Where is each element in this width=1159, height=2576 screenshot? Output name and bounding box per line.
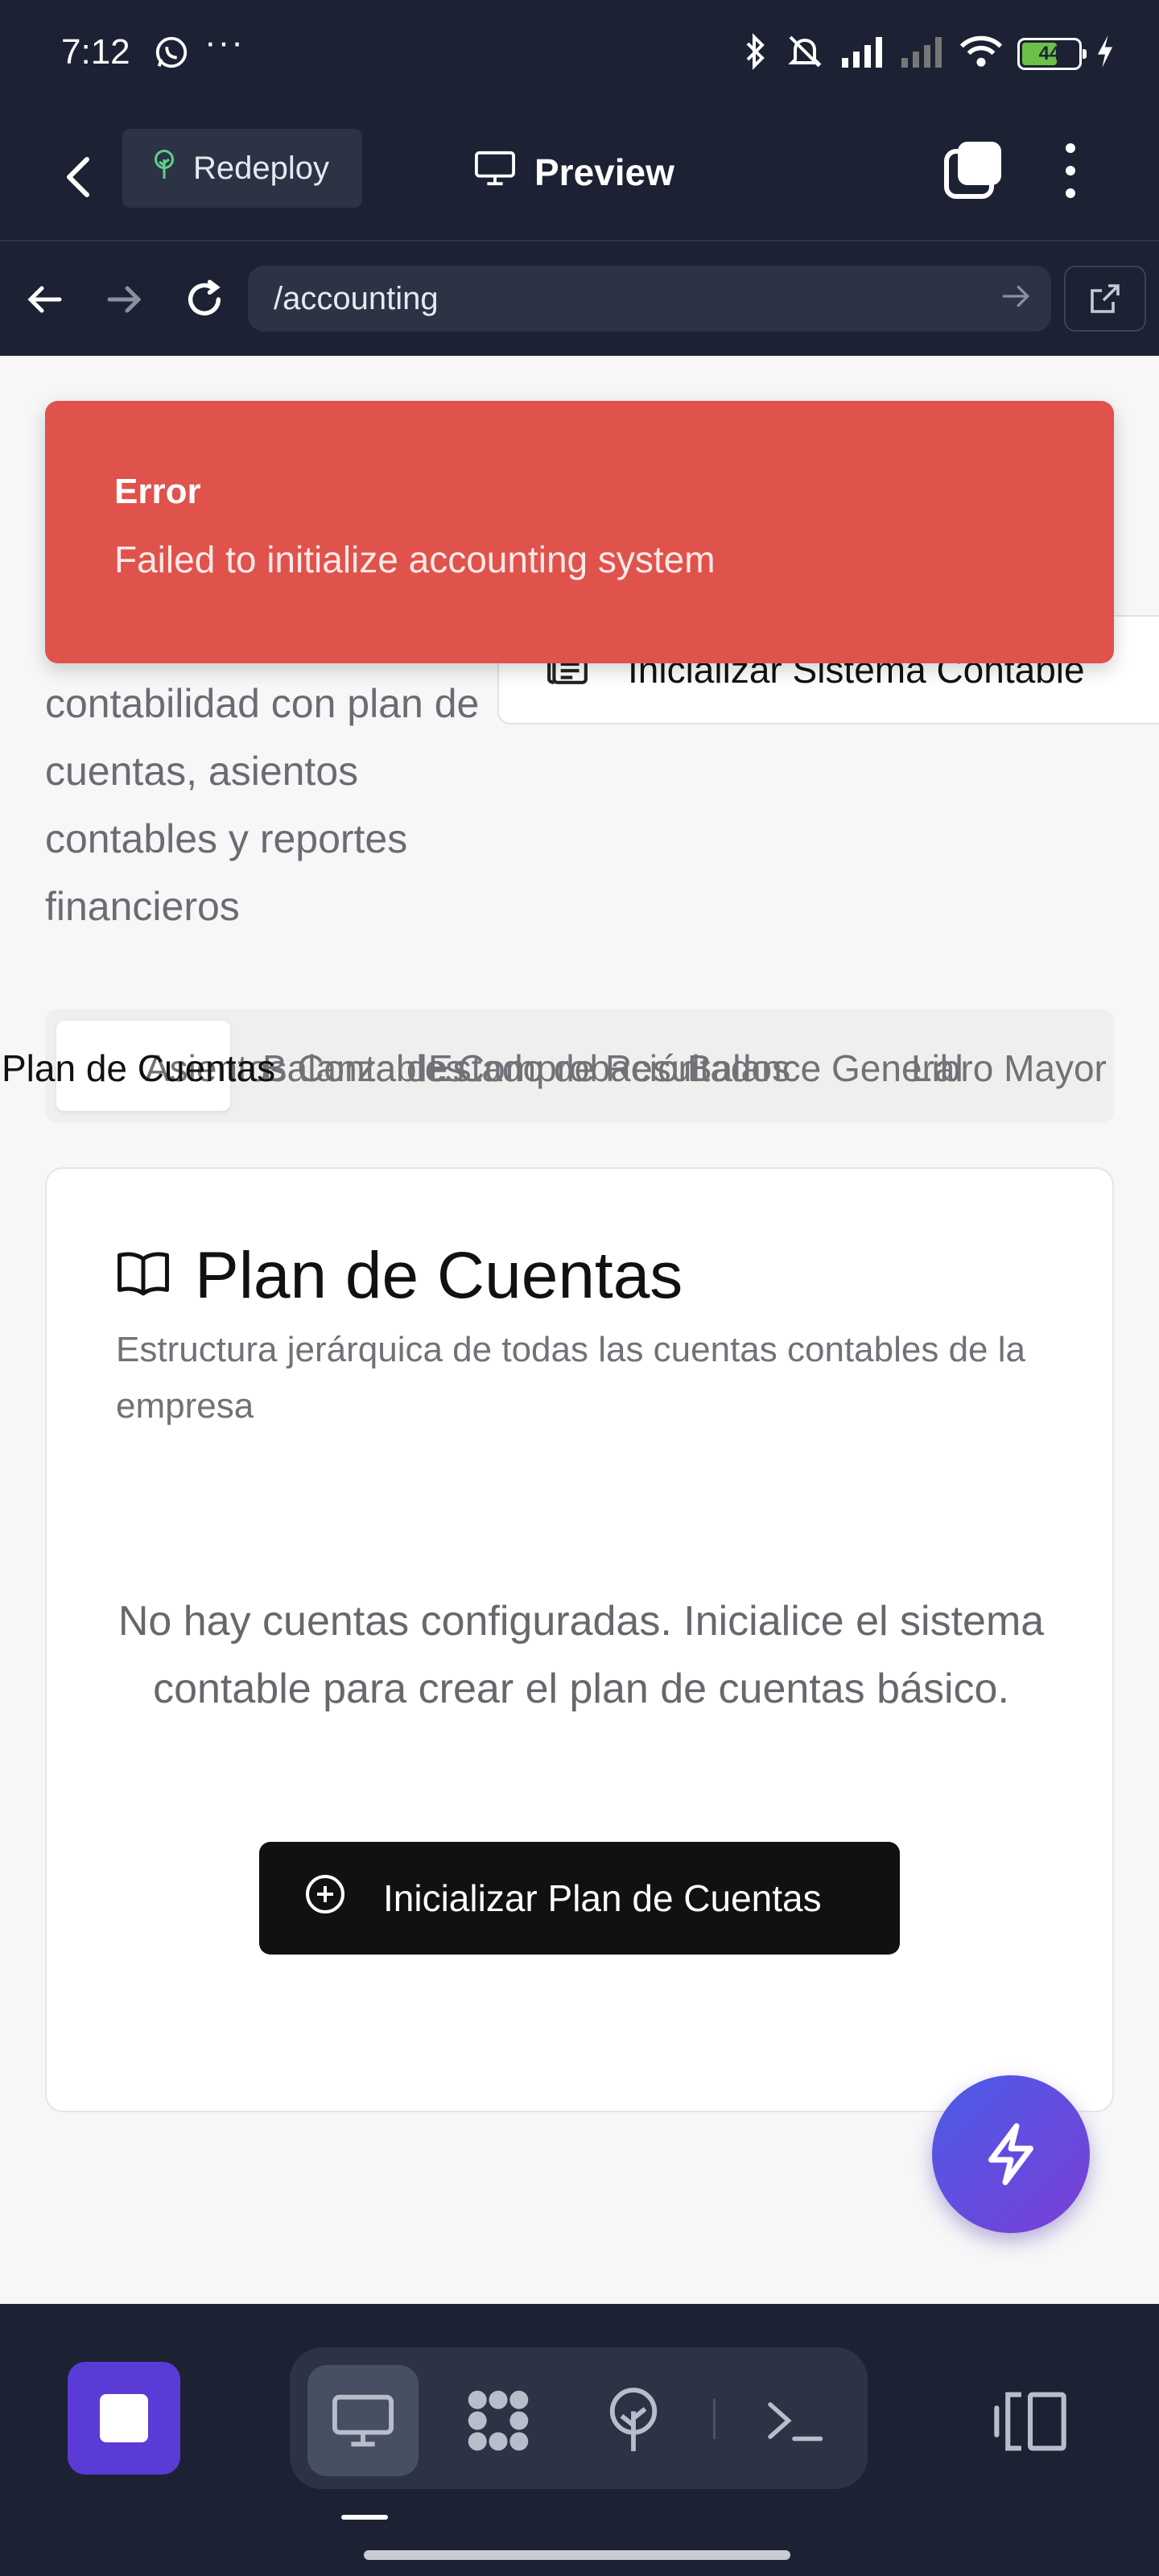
card-title: Plan de Cuentas (116, 1238, 683, 1314)
reload-button[interactable] (179, 274, 230, 325)
notification-dots: ··· (204, 23, 245, 62)
preview-view-button[interactable] (307, 2365, 419, 2476)
preview-title: Preview (475, 138, 674, 206)
arrow-left-icon (27, 286, 62, 313)
card-title-text: Plan de Cuentas (195, 1239, 683, 1312)
plus-circle-icon (304, 1873, 346, 1924)
url-input[interactable]: /accounting (248, 266, 1051, 332)
terminal-icon (768, 2402, 823, 2442)
wifi-icon (959, 34, 1003, 73)
book-open-icon (116, 1238, 171, 1314)
error-toast[interactable]: Error Failed to initialize accounting sy… (45, 401, 1114, 663)
dot (1066, 166, 1075, 175)
redeploy-button[interactable]: Redeploy (122, 129, 362, 208)
separator (713, 2399, 716, 2439)
terminal-view-button[interactable] (739, 2365, 850, 2476)
page-content: contabilidad con plan de cuentas, asient… (0, 356, 1159, 2304)
tab-libro-mayor[interactable]: Libro Mayor (911, 1046, 1107, 1090)
deploy-tree-icon (150, 148, 179, 188)
browser-url-bar: /accounting (0, 242, 1159, 356)
chevron-left-icon (67, 157, 89, 197)
charging-icon (1096, 35, 1114, 72)
nav-forward-button[interactable] (98, 274, 150, 325)
toast-title: Error (114, 472, 201, 511)
back-button[interactable] (55, 145, 103, 209)
url-text: /accounting (274, 280, 439, 316)
monitor-icon (332, 2394, 394, 2447)
preview-label: Preview (534, 151, 674, 193)
quick-action-button[interactable] (932, 2075, 1090, 2233)
init-plan-de-cuentas-button[interactable]: Inicializar Plan de Cuentas (259, 1842, 900, 1955)
reload-icon (188, 279, 221, 316)
deploy-view-button[interactable] (578, 2365, 689, 2476)
app-header: Redeploy Preview (0, 109, 1159, 242)
more-menu-button[interactable] (1054, 138, 1087, 203)
tab-plan-de-cuentas[interactable]: Plan de Cuentas (2, 1046, 275, 1090)
status-bar: 7:12 ··· 44 (0, 0, 1159, 109)
bottom-toolbar (0, 2304, 1159, 2576)
monitor-icon (475, 151, 515, 195)
report-tabs: Asientos Contables Balanza de Comprobaci… (2, 1009, 1114, 1122)
active-tab-indicator (341, 2515, 388, 2520)
whatsapp-icon (153, 34, 190, 75)
battery-indicator: 44 (1017, 37, 1087, 70)
bluetooth-icon (742, 32, 769, 75)
lightning-icon (988, 2123, 1033, 2186)
signal-icon (840, 35, 885, 72)
plan-de-cuentas-card: Plan de Cuentas Estructura jerárquica de… (45, 1167, 1114, 2112)
signal-2-icon (900, 35, 945, 72)
redeploy-label: Redeploy (193, 150, 330, 186)
battery-level: 44 (1038, 42, 1061, 64)
arrow-right-icon (107, 286, 142, 313)
apps-view-button[interactable] (443, 2365, 554, 2476)
open-external-button[interactable] (1064, 266, 1146, 332)
go-arrow-icon[interactable] (1001, 282, 1030, 319)
external-link-icon (1091, 284, 1120, 313)
empty-state-message: No hay cuentas configuradas. Inicialice … (118, 1598, 1045, 1712)
deploy-tree-icon (609, 2388, 658, 2451)
init-plan-label: Inicializar Plan de Cuentas (383, 1877, 822, 1919)
panel-toggle-icon (994, 2392, 1066, 2451)
copy-window-icon (944, 142, 1001, 199)
mute-icon (784, 32, 826, 75)
page-description: contabilidad con plan de cuentas, asient… (45, 681, 480, 929)
nav-back-button[interactable] (19, 274, 71, 325)
view-switcher (290, 2347, 868, 2489)
dot (1066, 188, 1075, 198)
stop-button[interactable] (68, 2362, 180, 2475)
card-subtitle: Estructura jerárquica de todas las cuent… (116, 1330, 1025, 1426)
dot (1066, 143, 1075, 153)
home-indicator[interactable] (364, 2550, 790, 2560)
stop-icon (100, 2394, 148, 2442)
status-time: 7:12 (61, 32, 130, 72)
side-panel-button[interactable] (990, 2388, 1070, 2455)
copy-window-button[interactable] (943, 138, 1004, 200)
apps-grid-icon (468, 2390, 529, 2451)
toast-message: Failed to initialize accounting system (114, 539, 716, 580)
